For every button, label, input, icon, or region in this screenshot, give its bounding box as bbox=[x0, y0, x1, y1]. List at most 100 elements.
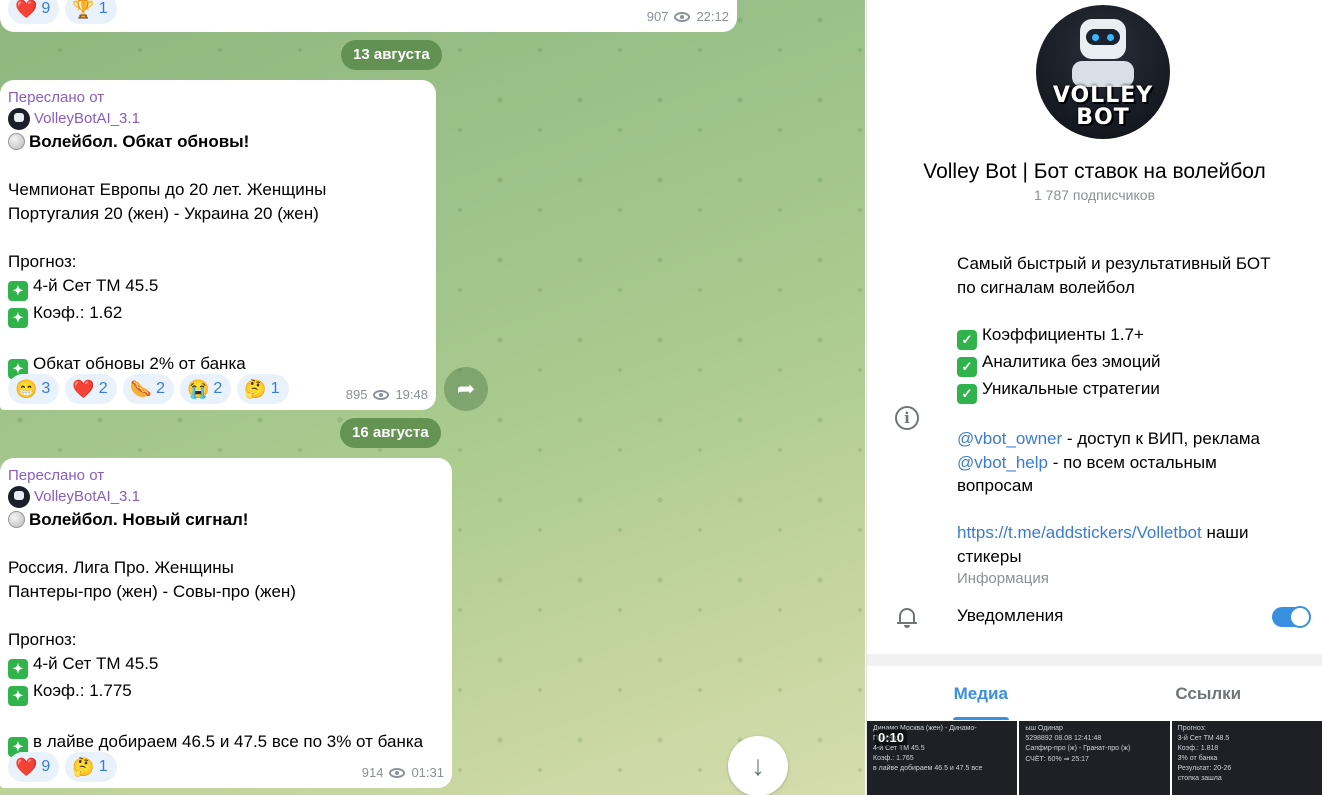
reactions-row: ❤️ 9 🤔 1 bbox=[8, 752, 117, 782]
message-line bbox=[8, 706, 444, 730]
message-bubble-previous[interactable]: ❤️ 9 🏆 1 907 22:12 bbox=[0, 0, 737, 32]
media-thumbnail[interactable]: Динамо Москва (жен) - Динамо-Прогноз:4-й… bbox=[867, 721, 1018, 795]
check-mark-icon: ✓ bbox=[957, 383, 977, 404]
section-divider bbox=[867, 654, 1322, 666]
thumbnail-text: 5298892 08.08 12:41:48 bbox=[1025, 735, 1102, 742]
share-arrow-icon: ➦ bbox=[456, 376, 476, 401]
reaction-emoji-icon: 🏆 bbox=[72, 0, 95, 19]
description-line: по сигналам волейбол bbox=[957, 277, 1135, 297]
views-count: 907 bbox=[646, 9, 669, 24]
description-line: Самый быстрый и результативный БОТ bbox=[957, 254, 1271, 273]
message-line bbox=[8, 226, 428, 250]
reaction-chip[interactable]: 🤔 1 bbox=[65, 752, 117, 782]
sparkle-icon: ✦ bbox=[8, 281, 28, 301]
notifications-toggle[interactable] bbox=[1272, 606, 1311, 628]
reactions-row: ❤️ 9 🏆 1 bbox=[8, 0, 117, 24]
thumbnail-text: 3-й Сет ТМ 48.5 bbox=[1177, 735, 1230, 742]
reactions-row: 😁 3 ❤️ 2 🌭 2 😭 2 🤔 1 bbox=[8, 374, 289, 404]
message-line bbox=[8, 328, 428, 352]
description-line: вопросам bbox=[957, 476, 1034, 495]
eye-icon bbox=[373, 389, 390, 400]
owner-link[interactable]: @vbot_owner bbox=[957, 429, 1062, 448]
reaction-chip[interactable]: 🤔 1 bbox=[237, 374, 289, 404]
date-separator: 13 августа bbox=[341, 40, 442, 70]
thumbnail-text: стопка зашла bbox=[1177, 775, 1222, 782]
reaction-emoji-icon: ❤️ bbox=[72, 379, 95, 399]
thumbnail-text: Коэф.: 1.818 bbox=[1177, 745, 1219, 752]
thumbnail-text: 4-й Сет ТМ 45.5 bbox=[873, 745, 925, 752]
avatar-text: BOT bbox=[1076, 105, 1130, 130]
reaction-emoji-icon: ❤️ bbox=[15, 757, 38, 777]
message-line: ✦ 4-й Сет ТМ 45.5 bbox=[8, 274, 428, 301]
stickers-link[interactable]: https://t.me/addstickers/Volletbot bbox=[957, 523, 1202, 542]
reaction-chip[interactable]: ❤️ 9 bbox=[8, 0, 60, 24]
video-duration: 0:10 bbox=[875, 729, 908, 746]
media-tabs: Медиа Ссылки bbox=[867, 668, 1322, 720]
views-count: 895 bbox=[345, 387, 368, 402]
message-line-text: Чемпионат Европы до 20 лет. Женщины bbox=[8, 180, 327, 199]
check-text: Аналитика без эмоций bbox=[982, 351, 1161, 371]
message-text: Волейбол. Обкат обновы! Чемпионат Европы … bbox=[8, 130, 428, 379]
toggle-knob bbox=[1289, 606, 1311, 628]
channel-description: Самый быстрый и результативный БОТ по си… bbox=[957, 252, 1307, 587]
message-line-text: в лайве добираем 46.5 и 47.5 все по 3% о… bbox=[33, 732, 424, 751]
media-thumbnail[interactable]: ыш Одинар 5298892 08.08 12:41:48 Сапфир-пр… bbox=[1019, 721, 1170, 795]
reaction-chip[interactable]: ❤️ 2 bbox=[65, 374, 117, 404]
scroll-down-button[interactable]: ↓ bbox=[728, 736, 788, 795]
thumbnail-text: Результат: 20-26 bbox=[1177, 765, 1232, 772]
message-line: Португалия 20 (жен) - Украина 20 (жен) bbox=[8, 202, 428, 226]
channel-title: Volley Bot | Бот ставок на волейбол bbox=[923, 160, 1266, 183]
reaction-chip[interactable]: ❤️ 9 bbox=[8, 752, 60, 782]
message-line-text: Россия. Лига Про. Женщины bbox=[8, 558, 234, 577]
message-line: Волейбол. Новый сигнал! bbox=[8, 508, 444, 532]
eye-icon bbox=[674, 11, 691, 22]
subscriber-count: 1 787 подписчиков bbox=[1033, 187, 1156, 203]
source-name[interactable]: VolleyBotAI_3.1 bbox=[34, 108, 140, 130]
message-bubble[interactable]: Переслано от VolleyBotAI_3.1 Волейбол. О… bbox=[0, 80, 436, 410]
reaction-count: 9 bbox=[41, 758, 51, 775]
check-mark-icon: ✓ bbox=[957, 356, 977, 377]
description-line: @vbot_owner - доступ к ВИП, реклама bbox=[957, 427, 1307, 451]
date-separator: 16 августа bbox=[340, 418, 441, 448]
message-line: ✦ Коэф.: 1.775 bbox=[8, 679, 444, 706]
reaction-chip[interactable]: 😭 2 bbox=[179, 374, 232, 404]
reaction-chip[interactable]: 😁 3 bbox=[8, 374, 60, 404]
sparkle-icon: ✦ bbox=[8, 686, 28, 706]
media-grid: Динамо Москва (жен) - Динамо-Прогноз:4-й… bbox=[867, 721, 1322, 795]
source-avatar bbox=[8, 108, 30, 130]
tab-links[interactable]: Ссылки bbox=[1095, 668, 1322, 720]
message-line: Чемпионат Европы до 20 лет. Женщины bbox=[8, 178, 428, 202]
reaction-chip[interactable]: 🏆 1 bbox=[65, 0, 117, 24]
check-text: Коэффициенты 1.7+ bbox=[982, 324, 1144, 344]
thumbnail-text: 3% от банка bbox=[1177, 755, 1218, 762]
description-line: @vbot_help - по всем остальным bbox=[957, 451, 1307, 475]
bell-icon bbox=[897, 606, 917, 628]
check-mark-icon: ✓ bbox=[957, 329, 977, 350]
reaction-emoji-icon: 🤔 bbox=[72, 757, 95, 777]
tab-media[interactable]: Медиа bbox=[867, 668, 1095, 720]
description-blank bbox=[957, 299, 1307, 323]
description-line: https://t.me/addstickers/Volletbot наши bbox=[957, 521, 1307, 545]
message-line: Россия. Лига Про. Женщины bbox=[8, 556, 444, 580]
forward-source[interactable]: VolleyBotAI_3.1 bbox=[8, 486, 444, 508]
thumbnail-text: Сапфир-про (ж) - Гранат-про (ж) bbox=[1025, 745, 1131, 752]
message-line-text: Волейбол. Новый сигнал! bbox=[29, 510, 249, 529]
forwarded-label: Переслано от bbox=[8, 89, 105, 106]
thumbnail-text: Коэф.: 1.765 bbox=[873, 755, 914, 762]
message-meta: 895 19:48 bbox=[346, 387, 428, 402]
message-line: Пантеры-про (жен) - Совы-про (жен) bbox=[8, 580, 444, 604]
message-line-text: Пантеры-про (жен) - Совы-про (жен) bbox=[8, 582, 296, 601]
source-name[interactable]: VolleyBotAI_3.1 bbox=[34, 486, 140, 508]
reaction-emoji-icon: 🌭 bbox=[129, 379, 153, 399]
description-line: ✓ Аналитика без эмоций bbox=[957, 350, 1307, 377]
help-link[interactable]: @vbot_help bbox=[957, 453, 1048, 472]
share-button[interactable]: ➦ bbox=[444, 367, 488, 411]
message-line-text: Коэф.: 1.775 bbox=[33, 681, 132, 700]
forward-source[interactable]: VolleyBotAI_3.1 bbox=[8, 108, 428, 130]
message-bubble[interactable]: Переслано от VolleyBotAI_3.1 Волейбол. Н… bbox=[0, 458, 452, 788]
reaction-chip[interactable]: 🌭 2 bbox=[122, 374, 174, 404]
message-line-text: 4-й Сет ТМ 45.5 bbox=[33, 654, 159, 673]
media-thumbnail[interactable]: Прогноз: 3-й Сет ТМ 48.5 Коэф.: 1.818 3% от… bbox=[1171, 721, 1322, 795]
message-line: Прогноз: bbox=[8, 250, 428, 274]
notifications-label: Уведомления bbox=[957, 606, 1064, 625]
